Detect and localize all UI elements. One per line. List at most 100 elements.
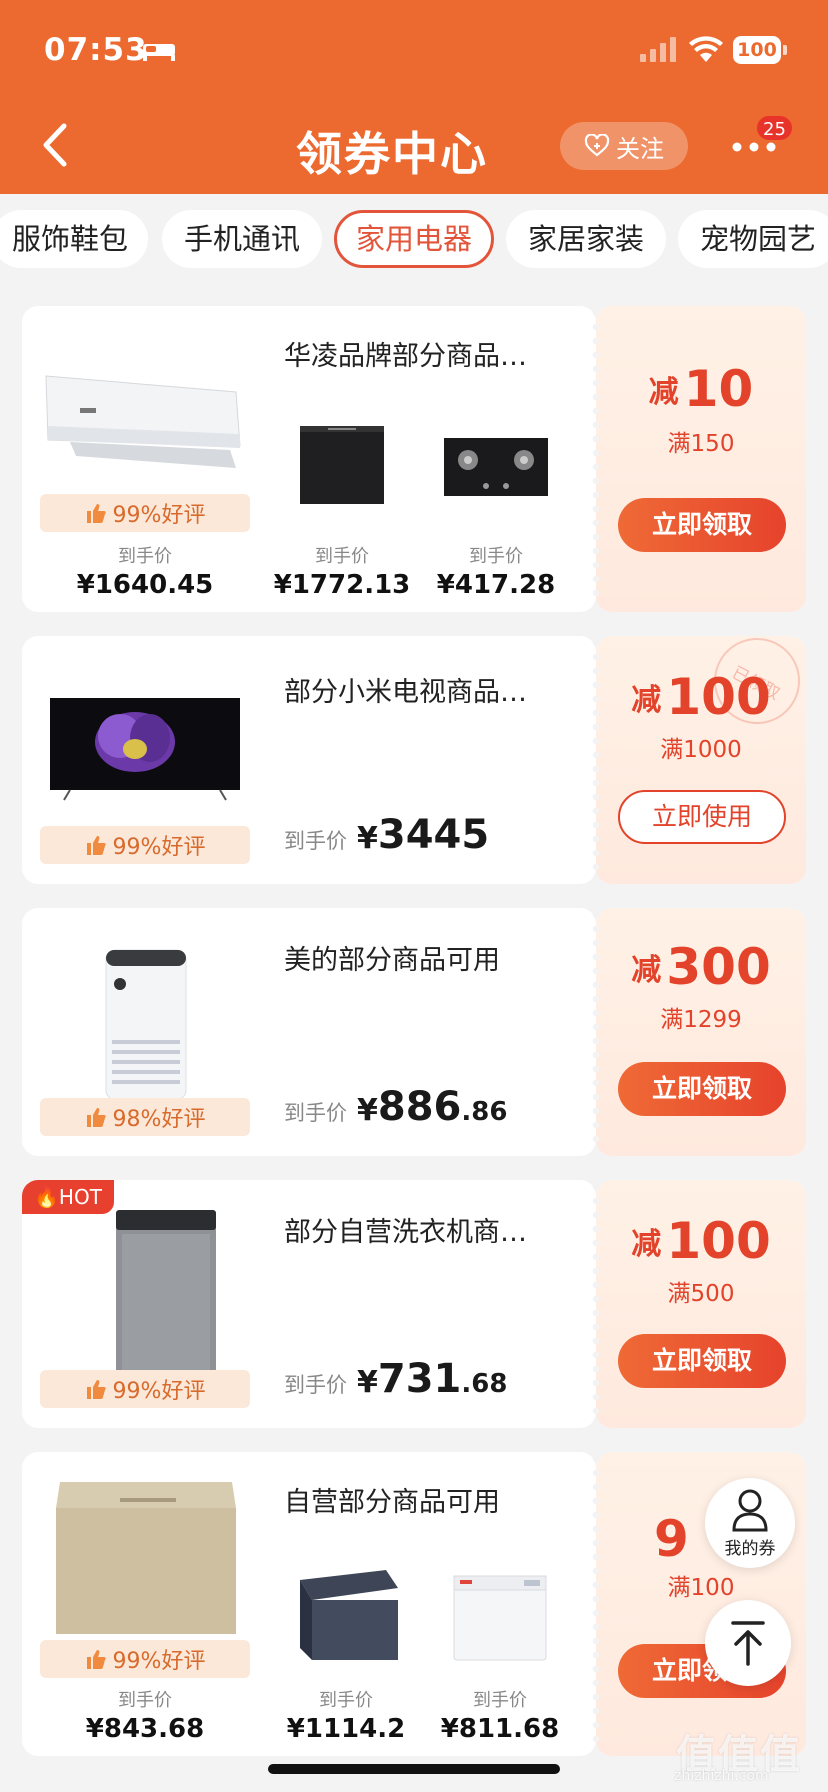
price-decimal: .68 <box>461 1369 508 1399</box>
battery-tip <box>783 45 787 55</box>
my-coupons-button[interactable]: 我的券 <box>705 1478 795 1568</box>
claim-coupon-button[interactable]: 立即领取 <box>618 1334 786 1388</box>
coupon-card[interactable]: 9 满100 立即领取 99%好评 到手价 ¥843.68 自营部分商品可用 到… <box>22 1452 806 1756</box>
price-label: 到手价 <box>284 1101 347 1125</box>
product-price: ¥1114.2 <box>286 1714 406 1744</box>
home-indicator[interactable] <box>268 1764 560 1774</box>
perforation <box>592 1180 600 1428</box>
heart-plus-icon <box>584 134 610 157</box>
status-time: 07:53 <box>44 32 148 68</box>
gas-stove-image[interactable] <box>438 426 554 506</box>
my-coupons-label: 我的券 <box>724 1539 776 1559</box>
battery-indicator: 100 <box>733 36 787 64</box>
page-title: 领券中心 <box>296 127 488 181</box>
claim-coupon-button[interactable]: 立即领取 <box>618 498 786 552</box>
discount-prefix: 减 <box>631 683 662 718</box>
claim-coupon-button[interactable]: 立即领取 <box>618 1062 786 1116</box>
price-currency: ¥ <box>357 1365 378 1400</box>
product-price: ¥417.28 <box>436 570 556 600</box>
battery-level: 100 <box>733 36 781 64</box>
dishwasher-image[interactable] <box>292 416 392 512</box>
back-arrow-icon[interactable] <box>38 122 74 168</box>
discount-value: 减 300 <box>596 938 806 996</box>
discount-prefix: 减 <box>648 375 679 410</box>
use-coupon-button[interactable]: 立即使用 <box>618 790 786 844</box>
rating-badge: 98%好评 <box>40 1098 250 1136</box>
rating-text: 99%好评 <box>112 1649 206 1674</box>
coupon-card[interactable]: 减 100 满500 立即领取 🔥HOT 99%好评 部分自营洗衣机商… 到手价… <box>22 1180 806 1428</box>
coupon-card[interactable]: 已领取 减 100 满1000 立即使用 99%好评 部分小米电视商品… 到手价… <box>22 622 816 884</box>
freezer-white-image[interactable] <box>442 1562 558 1668</box>
price-label: 到手价 <box>473 1690 527 1711</box>
coupon-title: 自营部分商品可用 <box>284 1487 500 1518</box>
discount-value: 减 10 <box>596 360 806 418</box>
discount-value: 减 100 <box>596 1212 806 1270</box>
price-label: 到手价 <box>319 1690 373 1711</box>
perforation <box>592 306 600 612</box>
coupon-title: 部分自营洗衣机商… <box>284 1217 527 1248</box>
price-label: 到手价 <box>284 1373 347 1397</box>
back-to-top-button[interactable] <box>705 1600 791 1686</box>
rating-badge: 99%好评 <box>40 1370 250 1408</box>
flame-icon: 🔥 <box>34 1185 59 1209</box>
discount-amount: 100 <box>666 1212 771 1270</box>
tab-phones[interactable]: 手机通讯 <box>162 210 322 268</box>
discount-prefix: 减 <box>631 1227 662 1262</box>
price-integer: 731 <box>377 1356 462 1402</box>
washing-machine-image[interactable] <box>40 1204 250 1378</box>
coupon-title: 部分小米电视商品… <box>284 677 527 708</box>
rating-text: 98%好评 <box>112 1107 206 1132</box>
discount-threshold: 满500 <box>667 1281 735 1307</box>
discount-threshold: 满150 <box>667 431 735 457</box>
chest-freezer-image[interactable] <box>40 1468 250 1638</box>
follow-button[interactable]: 关注 <box>560 122 688 170</box>
thumbs-up-icon <box>86 1108 106 1127</box>
tab-apparel[interactable]: 服饰鞋包 <box>0 210 148 268</box>
rating-badge: 99%好评 <box>40 494 250 532</box>
user-icon <box>732 1489 768 1532</box>
price-label: 到手价 <box>118 1690 172 1711</box>
discount-threshold: 满1000 <box>660 737 742 763</box>
signal-icon <box>640 37 676 62</box>
price-currency: ¥ <box>357 821 378 856</box>
coupon-card-stub: 减 100 满500 立即领取 <box>596 1180 806 1428</box>
arrow-up-icon <box>731 1621 765 1666</box>
discount-amount: 300 <box>666 938 771 996</box>
sleep-mode-icon <box>143 44 175 61</box>
tab-pets-garden[interactable]: 宠物园艺 <box>678 210 828 268</box>
discount-prefix: 减 <box>631 953 662 988</box>
discount-value: 减 100 <box>596 668 806 726</box>
watermark-url: zhizhizhi.com <box>674 1768 769 1784</box>
final-price: 到手价 ¥886.86 <box>284 1084 507 1130</box>
status-bar: 07:53 100 <box>0 0 828 100</box>
air-conditioner-image[interactable] <box>40 356 250 476</box>
price-integer: 886 <box>377 1084 462 1130</box>
coupon-card[interactable]: 减 10 满150 立即领取 99%好评 到手价 ¥1640.45 华凌品牌部分… <box>22 306 806 612</box>
perforation <box>592 636 600 884</box>
tab-home-furnishing[interactable]: 家居家装 <box>506 210 666 268</box>
final-price: 到手价 ¥731.68 <box>284 1356 507 1402</box>
price-label: 到手价 <box>284 829 347 853</box>
coupon-card-stub: 减 300 满1299 立即领取 <box>596 908 806 1156</box>
product-price: ¥1772.13 <box>273 570 411 600</box>
price-integer: 3445 <box>377 812 490 858</box>
coupon-card[interactable]: 减 300 满1299 立即领取 98%好评 美的部分商品可用 到手价 ¥886… <box>22 908 806 1156</box>
discount-amount: 10 <box>683 360 754 418</box>
rating-badge: 99%好评 <box>40 826 250 864</box>
hot-tag: 🔥HOT <box>22 1180 114 1214</box>
air-purifier-image[interactable] <box>40 944 250 1104</box>
final-price: 到手价 ¥3445 <box>284 812 489 858</box>
tab-home-appliances[interactable]: 家用电器 <box>334 210 494 268</box>
header: 07:53 100 领券中心 关注 25 <box>0 0 828 194</box>
discount-amount: 9 <box>654 1510 689 1568</box>
product-price: ¥811.68 <box>440 1714 560 1744</box>
wifi-icon <box>689 36 723 62</box>
perforation <box>592 908 600 1156</box>
freezer-dark-image[interactable] <box>286 1562 406 1668</box>
product-price: ¥1640.45 <box>76 570 214 600</box>
rating-badge: 99%好评 <box>40 1640 250 1678</box>
thumbs-up-icon <box>86 1380 106 1399</box>
rating-text: 99%好评 <box>112 1379 206 1404</box>
tv-image[interactable] <box>40 694 250 804</box>
price-label: 到手价 <box>469 546 523 567</box>
